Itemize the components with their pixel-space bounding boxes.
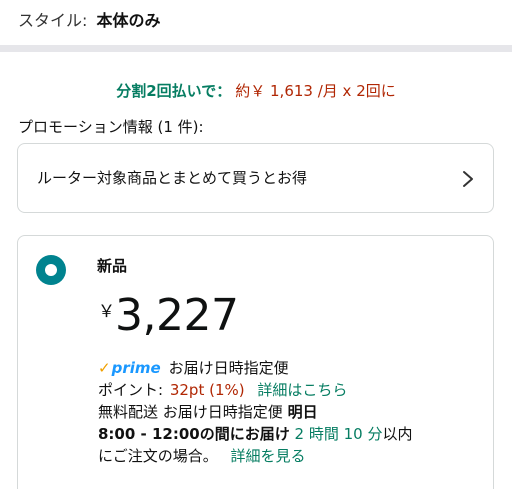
prime-label: prime	[111, 359, 161, 377]
delivery-type: お届け日時指定便	[168, 359, 289, 377]
points-line: ポイント: 32pt (1%) 詳細はこちら	[98, 379, 347, 401]
order-note: にご注文の場合。	[98, 447, 218, 465]
time-window: 8:00 - 12:00の間にお届け	[98, 425, 290, 443]
style-value: 本体のみ	[96, 11, 161, 30]
promotion-text: ルーター対象商品とまとめて買うとお得	[37, 169, 308, 187]
time-window-line: 8:00 - 12:00の間にお届け 2 時間 10 分以内	[98, 423, 412, 445]
price-currency: ￥	[98, 302, 115, 322]
price: ￥3,227	[98, 290, 239, 341]
promotion-heading: プロモーション情報 (1 件):	[18, 118, 204, 136]
style-label: スタイル:	[18, 11, 88, 30]
section-divider	[0, 45, 512, 52]
shipping-day: 明日	[287, 403, 318, 421]
offer-card[interactable]: 新品 ￥3,227 ✓prime お届け日時指定便 ポイント: 32pt (1%)…	[17, 235, 494, 489]
points-value: 32pt (1%)	[169, 381, 245, 399]
style-row: スタイル: 本体のみ	[18, 8, 161, 34]
condition-label: 新品	[97, 257, 128, 275]
shipping-line: 無料配送 お届け日時指定便 明日	[98, 401, 318, 423]
countdown: 2 時間 10 分	[294, 425, 383, 443]
order-note-line: にご注文の場合。 詳細を見る	[98, 445, 306, 467]
points-label: ポイント:	[98, 381, 164, 399]
promotion-card[interactable]: ルーター対象商品とまとめて買うとお得	[17, 143, 494, 213]
prime-check-icon: ✓	[98, 359, 111, 377]
price-amount: 3,227	[115, 290, 239, 341]
installment-label: 分割2回払いで：	[116, 82, 232, 100]
delivery-line: ✓prime お届け日時指定便	[98, 357, 289, 379]
points-details-link[interactable]: 詳細はこちら	[257, 381, 347, 399]
prime-logo: ✓prime	[98, 357, 161, 379]
installment-info: 分割2回払いで： 約￥ 1,613 /月 x 2回に	[0, 80, 512, 102]
installment-value: 約￥ 1,613 /月 x 2回に	[235, 82, 396, 100]
details-link[interactable]: 詳細を見る	[230, 447, 305, 465]
chevron-right-icon	[463, 171, 473, 187]
countdown-suffix: 以内	[382, 425, 413, 443]
radio-selected-icon[interactable]	[36, 255, 66, 285]
radio-dot	[45, 264, 57, 276]
shipping-prefix: 無料配送 お届け日時指定便	[98, 403, 283, 421]
